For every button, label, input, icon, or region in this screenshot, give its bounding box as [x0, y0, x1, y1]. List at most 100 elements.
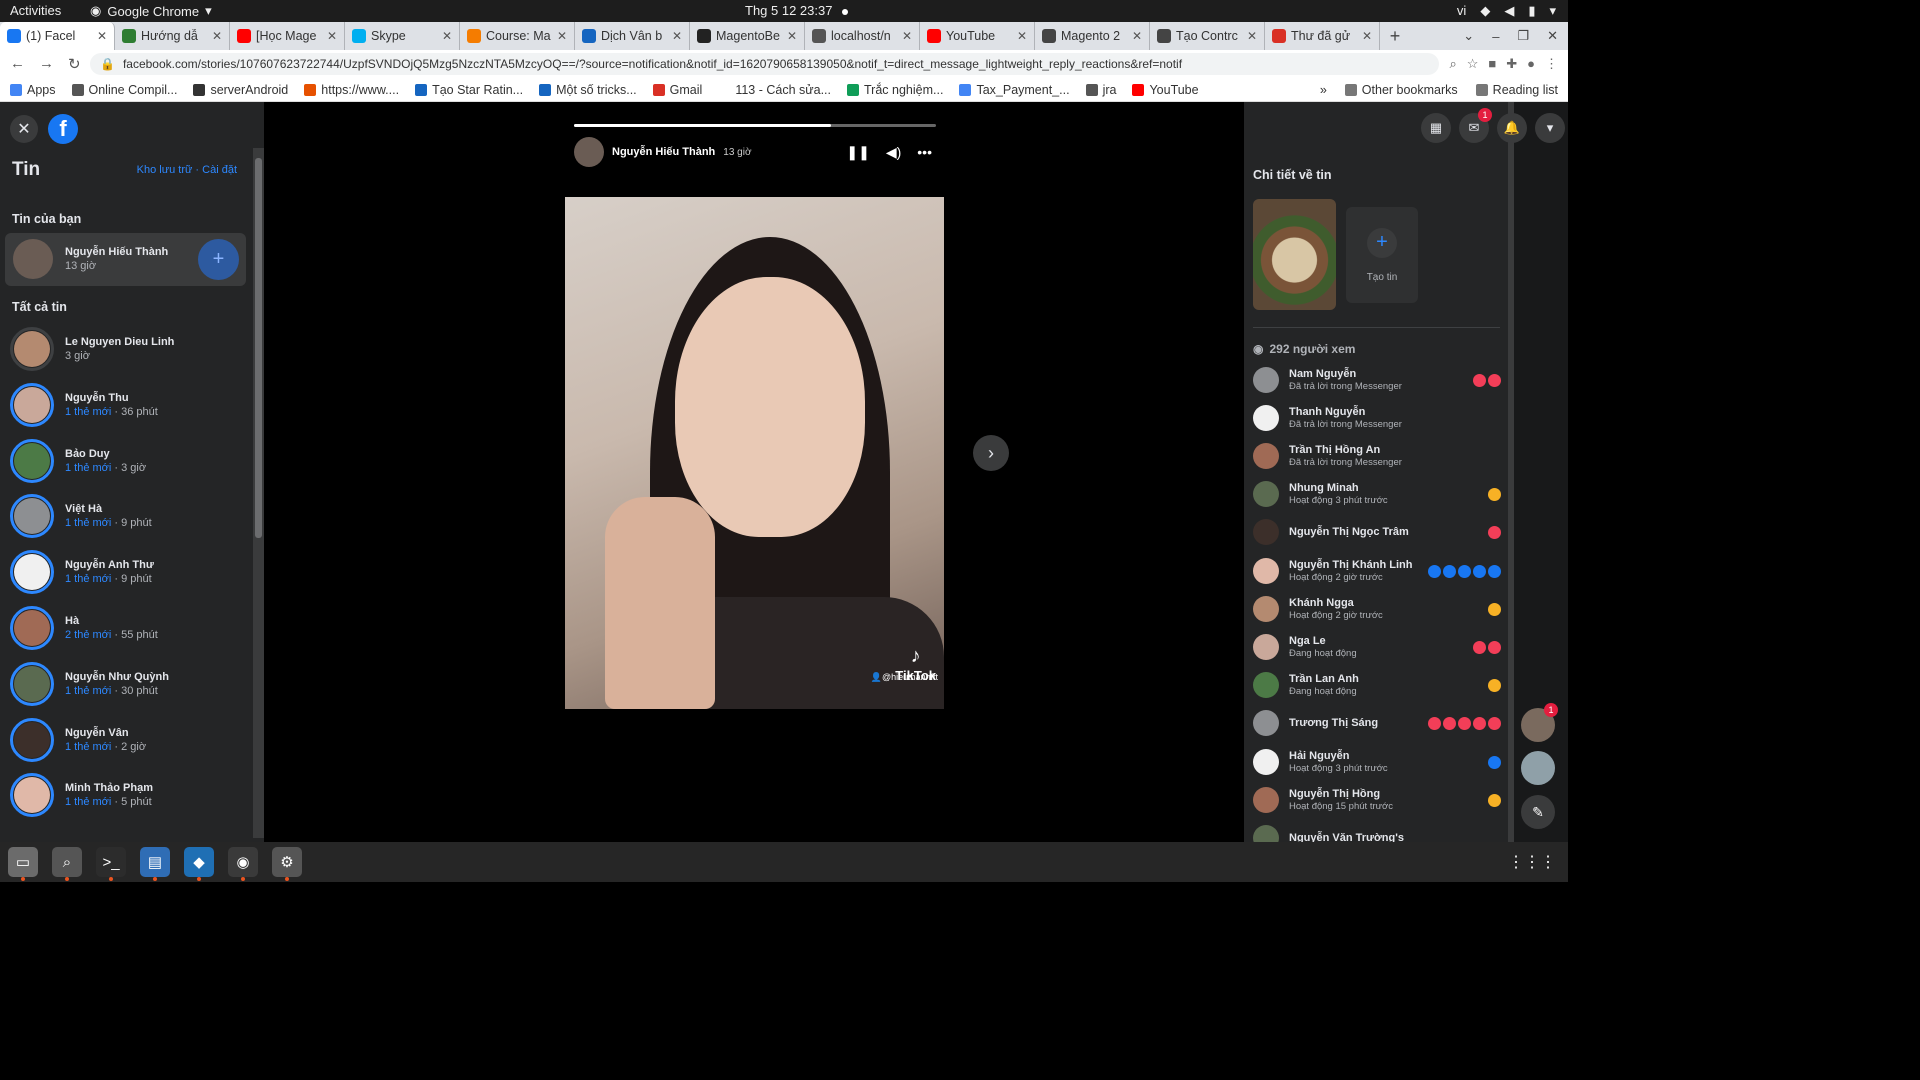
- close-tab-icon[interactable]: ✕: [1362, 29, 1372, 43]
- chrome-icon[interactable]: ◉: [228, 847, 258, 881]
- details-scrollbar[interactable]: [1508, 102, 1514, 842]
- viewer-row[interactable]: Nguyễn Thị Khánh Linh Hoạt động 2 giờ trư…: [1253, 556, 1501, 586]
- close-tab-icon[interactable]: ✕: [212, 29, 222, 43]
- story-thumbnail[interactable]: [1253, 199, 1336, 310]
- story-list-item[interactable]: Nguyễn Anh Thư 1 thẻ mới · 9 phút: [10, 547, 240, 597]
- tab[interactable]: Thư đã gử ✕: [1265, 22, 1380, 50]
- story-list-item[interactable]: Nguyễn Như Quỳnh 1 thẻ mới · 30 phút: [10, 659, 240, 709]
- story-video[interactable]: ♪ TikTok 👤@hieuthanhfft: [565, 197, 944, 709]
- menu-icon[interactable]: ⋮: [1545, 56, 1558, 72]
- tab[interactable]: localhost/n ✕: [805, 22, 920, 50]
- viewer-row[interactable]: Nhung Minah Hoạt động 3 phút trước: [1253, 479, 1501, 509]
- close-tab-icon[interactable]: ✕: [902, 29, 912, 43]
- more-options-icon[interactable]: •••: [917, 144, 932, 161]
- story-list-item[interactable]: Minh Thảo Phạm 1 thẻ mới · 5 phút: [10, 770, 240, 820]
- account-chevron-icon[interactable]: ▾: [1535, 113, 1565, 143]
- chat-head[interactable]: 1: [1521, 703, 1558, 742]
- volume-icon[interactable]: ◀): [886, 144, 901, 161]
- forward-icon[interactable]: →: [39, 55, 54, 73]
- scrollbar-thumb[interactable]: [255, 158, 262, 538]
- story-author[interactable]: Nguyễn Hiếu Thành: [612, 146, 715, 158]
- zoom-icon[interactable]: ⌕: [1449, 56, 1456, 72]
- tab-search-icon[interactable]: ⌄: [1463, 28, 1474, 44]
- viewer-row[interactable]: Trần Thị Hồng An Đã trả lời trong Messeng…: [1253, 441, 1501, 471]
- story-list-item[interactable]: Nguyễn Thu 1 thẻ mới · 36 phút: [10, 380, 240, 430]
- lock-icon[interactable]: 🔒: [100, 57, 115, 71]
- tab[interactable]: Magento 2 ✕: [1035, 22, 1150, 50]
- pause-icon[interactable]: ❚❚: [846, 144, 869, 161]
- viewer-row[interactable]: Trần Lan Anh Đang hoạt động: [1253, 670, 1501, 700]
- story-list-item[interactable]: Bảo Duy 1 thẻ mới · 3 giờ: [10, 436, 240, 486]
- terminal-icon[interactable]: >_: [96, 847, 126, 881]
- tab[interactable]: MagentoBe ✕: [690, 22, 805, 50]
- story-list-item[interactable]: Le Nguyen Dieu Linh 3 giờ: [10, 324, 240, 374]
- bookmark-item[interactable]: https://www....: [304, 83, 399, 97]
- story-list-item[interactable]: Hà 2 thẻ mới · 55 phút: [10, 603, 240, 653]
- close-tab-icon[interactable]: ✕: [1132, 29, 1142, 43]
- story-list-item[interactable]: Nguyễn Vân 1 thẻ mới · 2 giờ: [10, 715, 240, 765]
- chat-head[interactable]: [1521, 751, 1555, 785]
- settings-icon[interactable]: ⚙: [272, 847, 302, 881]
- bookmark-item[interactable]: YouTube: [1132, 83, 1199, 97]
- bookmark-item[interactable]: serverAndroid: [193, 83, 288, 97]
- star-icon[interactable]: ☆: [1467, 56, 1479, 72]
- reading-list[interactable]: Reading list: [1475, 83, 1558, 97]
- close-tab-icon[interactable]: ✕: [672, 29, 682, 43]
- bookmark-item[interactable]: 113 - Cách sửa...: [718, 83, 831, 97]
- input-language[interactable]: vi: [1457, 3, 1466, 19]
- messenger-icon[interactable]: ✉ 1: [1459, 108, 1492, 143]
- add-story-button[interactable]: +: [198, 239, 239, 280]
- viewer-row[interactable]: Thanh Nguyễn Đã trả lời trong Messenger: [1253, 403, 1501, 433]
- close-tab-icon[interactable]: ✕: [442, 29, 452, 43]
- settings-link[interactable]: Cài đặt: [202, 164, 237, 176]
- url-field[interactable]: 🔒 facebook.com/stories/107607623722744/Uz…: [90, 53, 1440, 75]
- bookmark-item[interactable]: Apps: [10, 83, 56, 97]
- tab[interactable]: (1) Facel ✕: [0, 22, 115, 50]
- maximize-icon[interactable]: ❐: [1517, 28, 1529, 44]
- tab[interactable]: Tạo Contrc ✕: [1150, 22, 1265, 50]
- other-bookmarks[interactable]: Other bookmarks: [1344, 83, 1458, 97]
- close-tab-icon[interactable]: ✕: [787, 29, 797, 43]
- avatar[interactable]: [574, 137, 604, 167]
- files-icon[interactable]: ▭: [8, 847, 38, 881]
- bookmark-item[interactable]: Tạo Star Ratin...: [415, 83, 523, 97]
- viewer-row[interactable]: Nam Nguyễn Đã trả lời trong Messenger: [1253, 365, 1501, 395]
- facebook-logo-icon[interactable]: f: [48, 114, 78, 144]
- puzzle-icon[interactable]: ✚: [1506, 56, 1517, 72]
- tab[interactable]: Hướng dẫ ✕: [115, 22, 230, 50]
- sidebar-scrollbar[interactable]: [253, 148, 264, 838]
- reload-icon[interactable]: ↻: [68, 55, 81, 73]
- tab[interactable]: Skype ✕: [345, 22, 460, 50]
- tab[interactable]: YouTube ✕: [920, 22, 1035, 50]
- your-story-card[interactable]: Nguyễn Hiếu Thành 13 giờ +: [5, 233, 246, 286]
- bookmark-item[interactable]: Trắc nghiệm...: [847, 83, 943, 97]
- viewer-row[interactable]: Hải Nguyễn Hoạt động 3 phút trước: [1253, 747, 1501, 777]
- story-list-item[interactable]: Việt Hà 1 thẻ mới · 9 phút: [10, 491, 240, 541]
- notifications-icon[interactable]: 🔔: [1497, 113, 1527, 143]
- viewer-row[interactable]: Nguyễn Thị Ngọc Trâm: [1253, 517, 1501, 547]
- back-icon[interactable]: ←: [10, 55, 25, 73]
- viewer-row[interactable]: Nga Le Đang hoạt động: [1253, 632, 1501, 662]
- close-tab-icon[interactable]: ✕: [557, 29, 567, 43]
- tab[interactable]: Dịch Vân b ✕: [575, 22, 690, 50]
- close-window-icon[interactable]: ✕: [1547, 28, 1558, 44]
- close-icon[interactable]: ✕: [10, 115, 38, 143]
- activities-button[interactable]: Activities: [10, 3, 61, 18]
- bookmark-item[interactable]: Gmail: [652, 83, 702, 97]
- viewer-row[interactable]: Trương Thị Sáng: [1253, 708, 1501, 738]
- image-viewer-icon[interactable]: ⌕: [52, 847, 82, 881]
- menu-grid-icon[interactable]: ▦: [1421, 113, 1451, 143]
- show-apps-icon[interactable]: ⋮⋮⋮: [1508, 852, 1556, 872]
- viewer-row[interactable]: Nguyễn Thị Hồng Hoạt động 15 phút trước: [1253, 785, 1501, 815]
- bookmark-item[interactable]: Online Compil...: [71, 83, 177, 97]
- extension-icon[interactable]: ■: [1488, 56, 1496, 72]
- system-tray[interactable]: vi ◆ ◀ ▮ ▾: [1457, 3, 1556, 19]
- close-tab-icon[interactable]: ✕: [97, 29, 107, 43]
- close-tab-icon[interactable]: ✕: [327, 29, 337, 43]
- new-message-button[interactable]: ✎: [1521, 795, 1555, 829]
- close-tab-icon[interactable]: ✕: [1017, 29, 1027, 43]
- tab[interactable]: [Học Mage ✕: [230, 22, 345, 50]
- archive-link[interactable]: Kho lưu trữ: [137, 164, 193, 176]
- tab[interactable]: Course: Ma ✕: [460, 22, 575, 50]
- minimize-icon[interactable]: –: [1492, 29, 1499, 44]
